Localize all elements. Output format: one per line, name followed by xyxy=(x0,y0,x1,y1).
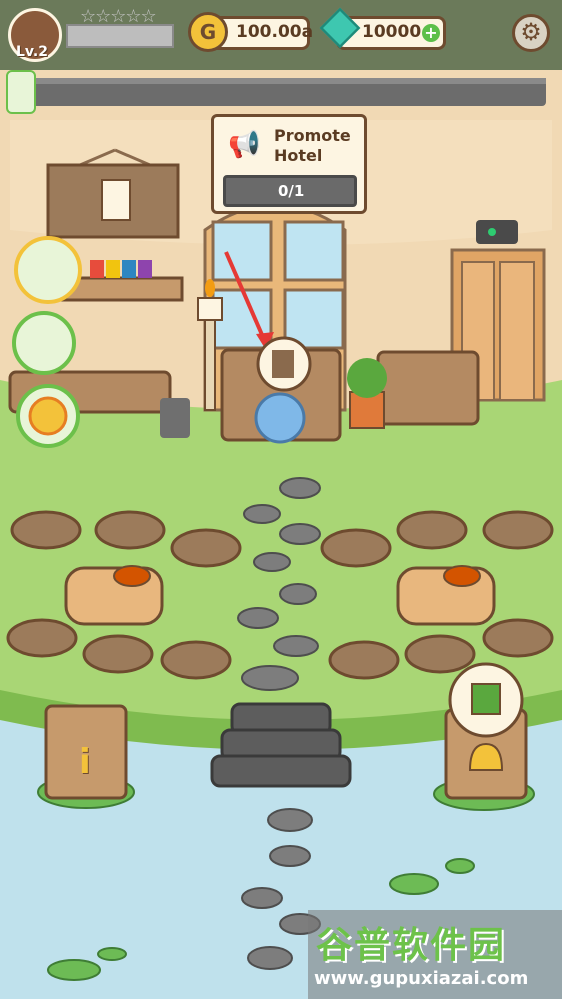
storage-trunk[interactable] xyxy=(376,350,480,426)
potted-plant xyxy=(347,358,387,429)
watermark-url: www.gupuxiazai.com xyxy=(314,968,529,989)
gem-amount: 10000 xyxy=(362,22,422,42)
coin-icon: G xyxy=(188,12,228,52)
xp-bar xyxy=(66,24,174,48)
desk-bubble[interactable] xyxy=(256,336,312,392)
clipboard-icon xyxy=(272,350,294,378)
gear-icon[interactable]: ⚙ xyxy=(512,14,550,52)
megaphone-icon: 📢 xyxy=(228,130,261,160)
document-icon xyxy=(101,179,131,221)
level-label: Lv.2 xyxy=(16,44,48,60)
lucky-wheel-icon xyxy=(28,396,68,436)
side-menu[interactable] xyxy=(12,236,82,448)
guest-character xyxy=(254,392,306,444)
plus-icon[interactable]: + xyxy=(422,24,440,42)
task-progress: 0/1 xyxy=(278,182,305,200)
frog-shop-icon[interactable] xyxy=(6,70,36,114)
bell-post[interactable] xyxy=(444,662,528,800)
entrance-steps xyxy=(210,702,352,788)
frog-menu-button xyxy=(14,236,82,304)
bell-icon xyxy=(468,742,504,771)
info-icon: i xyxy=(79,742,91,782)
watermark-brand: 谷普软件园 xyxy=(316,925,507,966)
task-title: Promote Hotel xyxy=(274,126,351,165)
gold-amount: 100.00a xyxy=(236,22,314,42)
frog-inn-button xyxy=(12,311,76,375)
